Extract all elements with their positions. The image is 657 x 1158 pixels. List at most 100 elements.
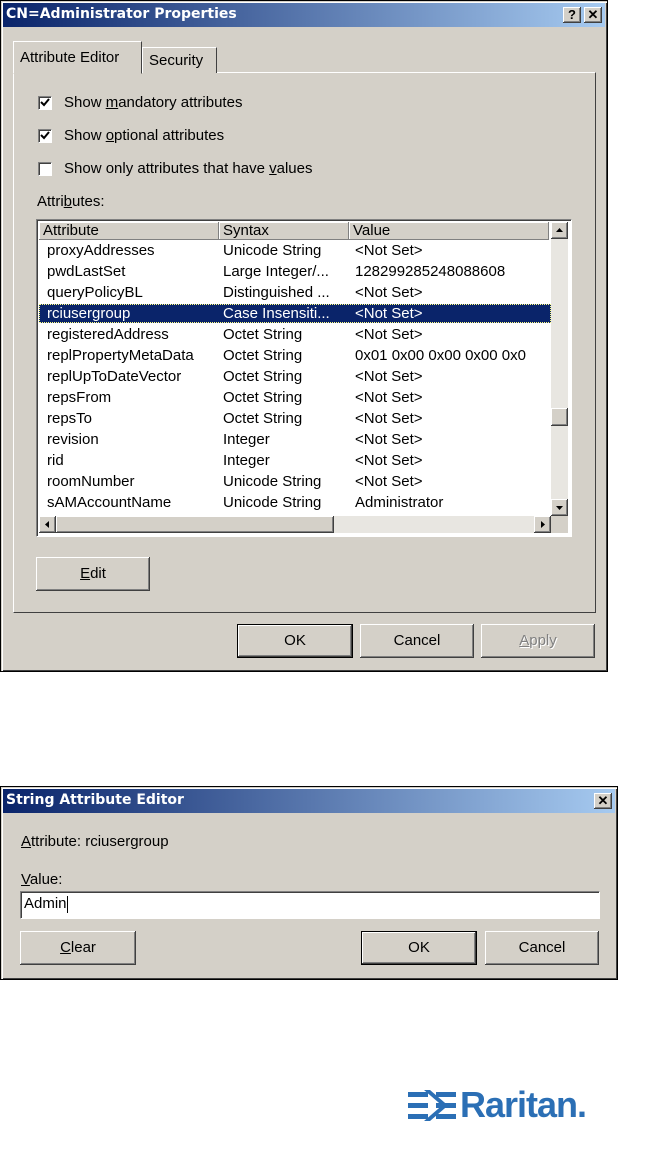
column-header-value[interactable]: Value xyxy=(349,222,549,240)
button-label: Apply xyxy=(519,632,557,649)
table-row[interactable]: proxyAddresses Unicode String <Not Set> xyxy=(39,241,551,260)
scroll-thumb[interactable] xyxy=(551,408,568,426)
table-row[interactable]: pwdLastSet Large Integer/... 1282992852480… xyxy=(39,262,551,281)
button-label: Edit xyxy=(80,565,106,582)
cell-attribute: proxyAddresses xyxy=(47,242,155,259)
scroll-right-button[interactable] xyxy=(534,516,551,533)
apply-button[interactable]: Apply xyxy=(481,624,595,658)
ok-button[interactable]: OK xyxy=(361,931,477,965)
close-icon: ✕ xyxy=(587,7,599,22)
cell-attribute: registeredAddress xyxy=(47,326,169,343)
cell-syntax: Octet String xyxy=(223,389,303,406)
checkbox[interactable] xyxy=(38,162,52,176)
cell-syntax: Large Integer/... xyxy=(223,263,329,280)
button-label: OK xyxy=(284,632,306,649)
cancel-button[interactable]: Cancel xyxy=(485,931,599,965)
cell-attribute: sAMAccountName xyxy=(47,494,172,511)
window-title: CN=Administrator Properties xyxy=(6,6,237,22)
cell-attribute: repsFrom xyxy=(47,389,112,406)
cell-syntax: Octet String xyxy=(223,368,303,385)
text-cursor xyxy=(66,895,68,913)
table-row[interactable]: rid Integer <Not Set> xyxy=(39,451,551,470)
raritan-logo: Raritan. xyxy=(408,1084,628,1128)
close-icon: ✕ xyxy=(597,793,609,808)
cell-value: 0x01 0x00 0x00 0x00 0x0 xyxy=(355,347,526,364)
scroll-thumb[interactable] xyxy=(56,516,334,533)
table-row[interactable]: replUpToDateVector Octet String <Not Set> xyxy=(39,367,551,386)
table-row[interactable]: sAMAccountName Unicode String Administrato… xyxy=(39,493,551,512)
vertical-scrollbar[interactable] xyxy=(551,222,568,516)
cell-value: <Not Set> xyxy=(355,389,423,406)
cell-syntax: Unicode String xyxy=(223,242,322,259)
close-button[interactable]: ✕ xyxy=(594,793,612,809)
value-label: Value: xyxy=(21,871,63,888)
table-row[interactable]: registeredAddress Octet String <Not Set> xyxy=(39,325,551,344)
checkmark-icon xyxy=(40,98,50,107)
cell-attribute: repsTo xyxy=(47,410,93,427)
table-row[interactable]: replPropertyMetaData Octet String 0x01 0x0… xyxy=(39,346,551,365)
string-editor-dialog: String Attribute Editor ✕ Attribute: rci… xyxy=(0,786,618,980)
cell-syntax: Distinguished ... xyxy=(223,284,330,301)
properties-dialog: CN=Administrator Properties ? ✕ Attribut… xyxy=(0,0,608,672)
checkmark-icon xyxy=(40,131,50,140)
button-label: Clear xyxy=(60,939,96,956)
cell-value: <Not Set> xyxy=(355,410,423,427)
cell-syntax: Unicode String xyxy=(223,473,322,490)
attribute-name-label: Attribute: rciusergroup xyxy=(21,833,169,850)
cell-syntax: Integer xyxy=(223,452,270,469)
checkbox-label: Show mandatory attributes xyxy=(64,94,243,111)
cell-value: <Not Set> xyxy=(355,368,423,385)
tab-security[interactable]: Security xyxy=(142,47,217,73)
cell-value: 128299285248088608 xyxy=(355,263,506,280)
table-row[interactable]: repsFrom Octet String <Not Set> xyxy=(39,388,551,407)
scroll-corner xyxy=(551,516,568,533)
column-header-syntax[interactable]: Syntax xyxy=(219,222,349,240)
close-button[interactable]: ✕ xyxy=(584,7,602,23)
cell-attribute: rciusergroup xyxy=(47,305,131,322)
string-editor-titlebar[interactable]: String Attribute Editor ✕ xyxy=(3,789,615,813)
cell-syntax: Octet String xyxy=(223,410,303,427)
value-input[interactable]: Admin xyxy=(20,891,600,919)
cell-value: Administrator xyxy=(355,494,444,511)
cell-value: <Not Set> xyxy=(355,242,423,259)
value-text: Admin xyxy=(24,895,67,912)
cell-attribute: replUpToDateVector xyxy=(47,368,182,385)
table-row[interactable]: roomNumber Unicode String <Not Set> xyxy=(39,472,551,491)
properties-titlebar[interactable]: CN=Administrator Properties ? ✕ xyxy=(3,3,605,27)
cancel-button[interactable]: Cancel xyxy=(360,624,474,658)
help-button[interactable]: ? xyxy=(563,7,581,23)
table-row[interactable]: rciusergroup Case Insensiti... <Not Set> xyxy=(39,304,551,323)
tab-label: Security xyxy=(149,52,204,69)
checkbox[interactable] xyxy=(38,129,52,143)
edit-button[interactable]: Edit xyxy=(36,557,150,591)
button-label: Cancel xyxy=(518,939,566,956)
cell-attribute: rid xyxy=(47,452,64,469)
horizontal-scrollbar[interactable] xyxy=(39,516,551,533)
cell-value: <Not Set> xyxy=(355,473,423,490)
checkbox-label: Show optional attributes xyxy=(64,127,225,144)
attributes-list[interactable]: Attribute Syntax Value proxyAddresses Uni… xyxy=(36,219,572,537)
tab-attribute-editor[interactable]: Attribute Editor xyxy=(13,41,142,74)
cell-attribute: revision xyxy=(47,431,99,448)
ok-button[interactable]: OK xyxy=(237,624,353,658)
cell-syntax: Octet String xyxy=(223,326,303,343)
checkbox-label: Show only attributes that have values xyxy=(64,160,313,177)
cell-value: <Not Set> xyxy=(355,431,423,448)
clear-button[interactable]: Clear xyxy=(20,931,136,965)
button-label: Cancel xyxy=(393,632,441,649)
table-row[interactable]: queryPolicyBL Distinguished ... <Not Set> xyxy=(39,283,551,302)
table-row[interactable]: revision Integer <Not Set> xyxy=(39,430,551,449)
cell-value: <Not Set> xyxy=(355,305,423,322)
raritan-mark-icon xyxy=(408,1090,456,1121)
scroll-down-button[interactable] xyxy=(551,499,568,516)
scroll-up-button[interactable] xyxy=(551,222,568,239)
cell-syntax: Unicode String xyxy=(223,494,322,511)
cell-value: <Not Set> xyxy=(355,452,423,469)
cell-attribute: replPropertyMetaData xyxy=(47,347,194,364)
table-row[interactable]: repsTo Octet String <Not Set> xyxy=(39,409,551,428)
scroll-left-button[interactable] xyxy=(39,516,56,533)
checkbox[interactable] xyxy=(38,96,52,110)
cell-attribute: roomNumber xyxy=(47,473,135,490)
column-header-attribute[interactable]: Attribute xyxy=(39,222,219,240)
arrow-right-icon xyxy=(541,521,545,528)
